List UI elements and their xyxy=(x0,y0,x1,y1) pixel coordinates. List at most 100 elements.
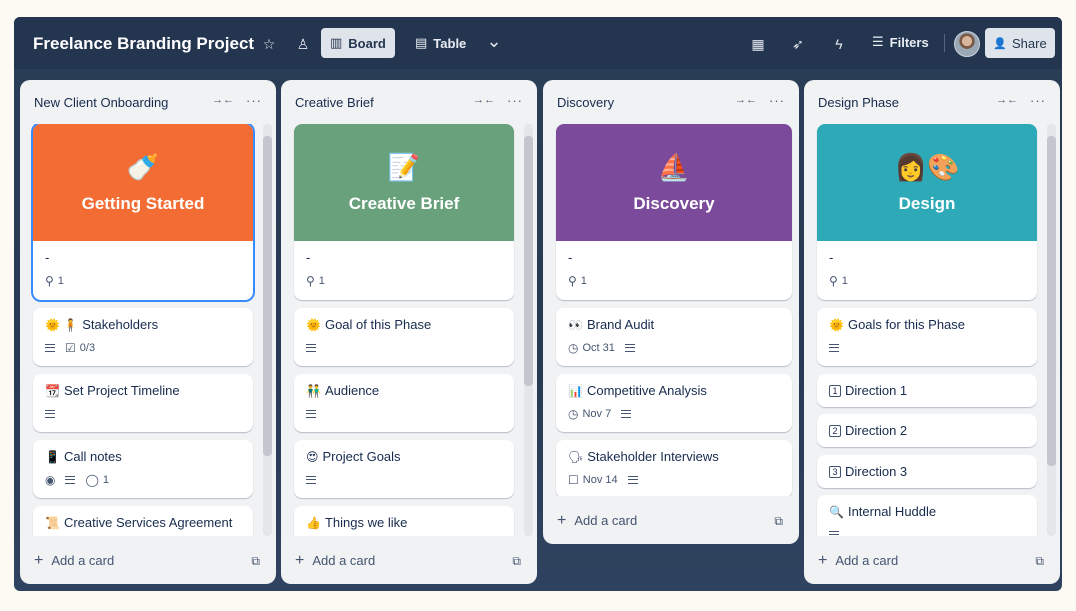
cover-card[interactable]: 📝 Creative Brief - ⚲ 1 xyxy=(294,124,514,300)
board-view-label: Board xyxy=(348,35,386,51)
collapse-icon[interactable]: →← xyxy=(735,94,757,106)
card-title: Goals for this Phase xyxy=(847,317,966,332)
list-title[interactable]: Design Phase xyxy=(818,95,899,110)
add-card-button[interactable]: + Add a card xyxy=(34,552,114,568)
avatar[interactable] xyxy=(954,31,980,57)
list-new-client-onboarding: New Client Onboarding →← ··· 🍼 Getting S… xyxy=(20,80,276,584)
card-title: - xyxy=(568,250,573,265)
card[interactable]: 📊 Competitive Analysis ◷ Nov 7 xyxy=(556,374,792,432)
cover-card[interactable]: ⛵ Discovery - ⚲ 1 xyxy=(556,124,792,300)
more-icon[interactable]: ··· xyxy=(507,93,523,108)
checkbox-icon[interactable]: ☐ xyxy=(568,473,579,487)
list-title[interactable]: Creative Brief xyxy=(295,95,374,110)
collapse-icon[interactable]: →← xyxy=(212,94,234,106)
more-icon[interactable]: ··· xyxy=(1030,93,1046,108)
filter-icon: ☰ xyxy=(872,34,884,49)
card-title: Stakeholders xyxy=(82,317,159,332)
scrollbar[interactable] xyxy=(1047,124,1056,536)
share-label: Share xyxy=(1012,35,1047,51)
board-view-button[interactable]: ▥ Board xyxy=(321,28,395,58)
sun-icon: 🌞 🧍 xyxy=(45,318,79,332)
list-creative-brief: Creative Brief →← ··· 📝 Creative Brief -… xyxy=(281,80,537,584)
card[interactable]: 📱 Call notes ◉ ◯ 1 xyxy=(33,440,253,498)
card[interactable]: 👀 Brand Audit ◷ Oct 31 xyxy=(556,308,792,366)
card-list: 🍼 Getting Started - ⚲ 1 🌞 🧍 Stakeholders ☑… xyxy=(20,124,276,536)
speaking-head-icon: 🗣 xyxy=(568,450,584,464)
keycap-3-icon: 3 xyxy=(829,466,841,478)
card[interactable]: 3 Direction 3 xyxy=(817,455,1037,488)
attachment-icon: ⚲ xyxy=(45,274,54,288)
cover-title: Discovery xyxy=(633,193,715,213)
card[interactable]: 1 Direction 1 xyxy=(817,374,1037,407)
card[interactable]: 👬 Audience xyxy=(294,374,514,432)
card[interactable]: 2 Direction 2 xyxy=(817,414,1037,447)
add-card-button[interactable]: + Add a card xyxy=(295,552,375,568)
watch-eye-icon: ◉ xyxy=(45,473,56,487)
due-date-badge: ☐ Nov 14 xyxy=(568,473,618,487)
board-header: Freelance Branding Project ☆ ♙ ▥ Board ▤… xyxy=(14,17,1062,69)
scroll-thumb[interactable] xyxy=(524,136,533,386)
description-icon xyxy=(306,476,316,484)
board-icon: ▥ xyxy=(330,35,343,50)
heart-eyes-icon: 😍 xyxy=(306,450,319,464)
cover-card[interactable]: 👩🎨 Design - ⚲ 1 xyxy=(817,124,1037,300)
comment-badge: ◯ 1 xyxy=(85,473,110,487)
attachment-icon: ⚲ xyxy=(306,274,315,288)
lightning-icon[interactable]: ϟ xyxy=(828,33,850,55)
plus-icon: + xyxy=(818,551,828,569)
card[interactable]: 😍 Project Goals xyxy=(294,440,514,498)
attachment-badge: ⚲ 1 xyxy=(306,274,325,288)
scroll-thumb[interactable] xyxy=(263,136,272,456)
card-title: - xyxy=(306,250,311,265)
card[interactable]: 🗣 Stakeholder Interviews ☐ Nov 14 xyxy=(556,440,792,496)
scrollbar[interactable] xyxy=(524,124,533,536)
card-title: Competitive Analysis xyxy=(586,383,707,398)
more-icon[interactable]: ··· xyxy=(246,93,262,108)
chevron-down-icon[interactable]: ⌄ xyxy=(483,30,505,52)
card[interactable]: 🌞 Goals for this Phase xyxy=(817,308,1037,366)
template-icon[interactable]: ⧉ xyxy=(251,554,260,569)
card[interactable]: 🔍 Internal Huddle xyxy=(817,495,1037,536)
board-title[interactable]: Freelance Branding Project xyxy=(33,34,254,54)
description-icon xyxy=(65,476,76,484)
attachment-badge: ⚲ 1 xyxy=(829,274,848,288)
filters-button[interactable]: ☰ Filters xyxy=(872,34,929,50)
card-list: 📝 Creative Brief - ⚲ 1 🌞 Goal of this Phas… xyxy=(281,124,537,536)
description-icon xyxy=(306,344,316,352)
card[interactable]: 🌞 Goal of this Phase xyxy=(294,308,514,366)
card[interactable]: 📜 Creative Services Agreement xyxy=(33,506,253,536)
template-icon[interactable]: ⧉ xyxy=(512,554,521,569)
card-title: Brand Audit xyxy=(586,317,655,332)
board: Freelance Branding Project ☆ ♙ ▥ Board ▤… xyxy=(14,17,1062,591)
rocket-icon[interactable]: ➶ xyxy=(787,33,809,55)
card-title: Direction 1 xyxy=(845,383,908,398)
card-cover: 📝 Creative Brief xyxy=(294,124,514,241)
collapse-icon[interactable]: →← xyxy=(996,94,1018,106)
add-card-button[interactable]: + Add a card xyxy=(818,551,898,569)
more-icon[interactable]: ··· xyxy=(769,93,785,108)
calendar-icon[interactable]: ▦ xyxy=(747,33,769,55)
card-title: Audience xyxy=(324,383,380,398)
add-card-button[interactable]: + Add a card xyxy=(557,512,637,528)
share-button[interactable]: 👤 Share xyxy=(985,28,1055,58)
list-title[interactable]: New Client Onboarding xyxy=(34,95,168,110)
workspace-visibility-icon[interactable]: ♙ xyxy=(292,33,314,55)
star-icon[interactable]: ☆ xyxy=(258,33,280,55)
collapse-icon[interactable]: →← xyxy=(473,94,495,106)
list-title[interactable]: Discovery xyxy=(557,95,614,110)
scrollbar[interactable] xyxy=(263,124,272,536)
table-view-button[interactable]: ▤ Table xyxy=(406,28,475,58)
attachment-icon: ⚲ xyxy=(829,274,838,288)
clock-icon: ◷ xyxy=(568,341,579,355)
calendar-emoji-icon: 📆 xyxy=(45,384,60,398)
template-icon[interactable]: ⧉ xyxy=(1035,554,1044,569)
template-icon[interactable]: ⧉ xyxy=(774,514,783,529)
card-cover: ⛵ Discovery xyxy=(556,124,792,241)
card[interactable]: 📆 Set Project Timeline xyxy=(33,374,253,432)
scroll-thumb[interactable] xyxy=(1047,136,1056,466)
card-title: Direction 3 xyxy=(845,464,908,479)
card[interactable]: 👍 Things we like xyxy=(294,506,514,536)
card[interactable]: 🌞 🧍 Stakeholders ☑ 0/3 xyxy=(33,308,253,366)
cover-card[interactable]: 🍼 Getting Started - ⚲ 1 xyxy=(33,124,253,300)
keycap-1-icon: 1 xyxy=(829,385,841,397)
